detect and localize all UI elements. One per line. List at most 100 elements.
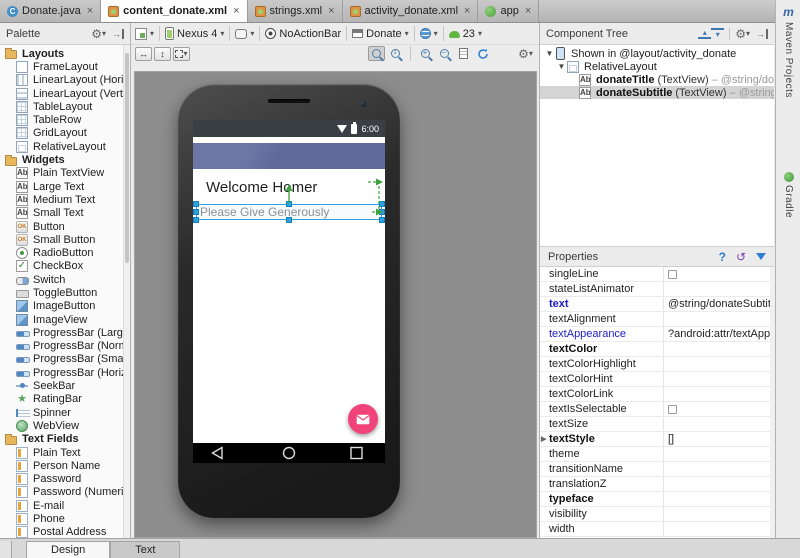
palette-item[interactable]: FrameLayout <box>0 60 123 73</box>
palette-group[interactable]: Layouts <box>0 47 123 60</box>
zoom-actual-button[interactable] <box>387 46 404 61</box>
property-row-width[interactable]: width <box>540 522 770 537</box>
palette-item[interactable]: TableRow <box>0 113 123 126</box>
home-icon[interactable] <box>284 448 295 459</box>
palette-item[interactable]: GridLayout <box>0 127 123 140</box>
palette-item[interactable]: RatingBar <box>0 393 123 406</box>
tree-node[interactable]: ▼Shown in @layout/activity_donate <box>540 47 774 60</box>
palette-item[interactable]: Large Text <box>0 180 123 193</box>
property-row-textAppearance[interactable]: textAppearance?android:attr/textAppearan… <box>540 327 770 342</box>
editor-tab[interactable]: app× <box>478 0 539 22</box>
palette-item[interactable]: ProgressBar (Horizontal) <box>0 366 123 379</box>
palette-item[interactable]: Password <box>0 473 123 486</box>
palette-group[interactable]: Text Fields <box>0 433 123 446</box>
resize-handle[interactable] <box>286 201 292 207</box>
donate-subtitle-textview-selected[interactable]: Please Give Generously <box>196 204 382 220</box>
palette-item[interactable]: SeekBar <box>0 379 123 392</box>
resize-handle[interactable] <box>193 201 199 207</box>
palette-item[interactable]: Plain TextView <box>0 167 123 180</box>
zoom-in-button[interactable] <box>417 46 434 61</box>
property-row-singleLine[interactable]: singleLine <box>540 267 770 282</box>
property-row-textColorLink[interactable]: textColorLink <box>540 387 770 402</box>
palette-item[interactable]: Small Button <box>0 233 123 246</box>
palette-item[interactable]: Button <box>0 220 123 233</box>
refresh-button[interactable] <box>474 46 491 61</box>
orientation-selector[interactable]: ▾ <box>235 29 254 39</box>
resize-handle[interactable] <box>286 217 292 223</box>
preview-file-button[interactable] <box>455 46 472 61</box>
palette-item[interactable]: Postal Address <box>0 526 123 538</box>
editor-tab[interactable]: strings.xml× <box>248 0 343 22</box>
mode-tab-design[interactable]: Design <box>26 541 110 558</box>
palette-item[interactable]: LinearLayout (Horizontal) <box>0 74 123 87</box>
palette-item[interactable]: Medium Text <box>0 193 123 206</box>
tool-button-maven[interactable]: m Maven Projects <box>776 5 800 98</box>
expander-icon[interactable]: ▼ <box>556 62 567 71</box>
palette-item[interactable]: E-mail <box>0 499 123 512</box>
property-row-visibility[interactable]: visibility <box>540 507 770 522</box>
hide-panel-icon[interactable] <box>756 29 768 39</box>
close-tab-icon[interactable]: × <box>233 6 239 16</box>
editor-tab[interactable]: activity_donate.xml× <box>343 0 479 22</box>
expand-all-icon[interactable] <box>698 28 711 39</box>
tree-node[interactable]: ▼RelativeLayout <box>540 60 774 73</box>
device-screen[interactable]: 6:00 Welcome Homer Please Give Generousl… <box>193 120 385 463</box>
properties-scrollbar[interactable] <box>770 267 774 538</box>
property-row-theme[interactable]: theme <box>540 447 770 462</box>
close-tab-icon[interactable]: × <box>525 6 531 16</box>
property-row-textStyle[interactable]: ▶textStyle[] <box>540 432 770 447</box>
zoom-out-button[interactable] <box>436 46 453 61</box>
close-tab-icon[interactable]: × <box>328 6 334 16</box>
palette-item[interactable]: TableLayout <box>0 100 123 113</box>
palette-group[interactable]: Widgets <box>0 153 123 166</box>
close-tab-icon[interactable]: × <box>87 6 93 16</box>
gear-icon[interactable]: ⚙ <box>735 28 746 40</box>
palette-item[interactable]: LinearLayout (Vertical) <box>0 87 123 100</box>
palette-item[interactable]: ToggleButton <box>0 286 123 299</box>
locale-selector[interactable]: ▾ <box>420 28 438 39</box>
filter-icon[interactable] <box>756 253 766 260</box>
editor-tab[interactable]: content_donate.xml× <box>101 0 247 22</box>
property-row-transitionName[interactable]: transitionName <box>540 462 770 477</box>
palette-item[interactable]: ImageView <box>0 313 123 326</box>
property-row-textColorHint[interactable]: textColorHint <box>540 372 770 387</box>
resize-handle[interactable] <box>193 209 199 215</box>
palette-scrollbar[interactable] <box>123 45 130 538</box>
tool-button-gradle[interactable]: Gradle <box>776 172 800 218</box>
palette-item[interactable]: Password (Numeric) <box>0 486 123 499</box>
property-row-textIsSelectable[interactable]: textIsSelectable <box>540 402 770 417</box>
palette-item[interactable]: CheckBox <box>0 260 123 273</box>
palette-item[interactable]: Switch <box>0 273 123 286</box>
property-row-textSize[interactable]: textSize <box>540 417 770 432</box>
property-row-textColor[interactable]: textColor <box>540 342 770 357</box>
close-tab-icon[interactable]: × <box>464 6 470 16</box>
activity-selector[interactable]: Donate▾ <box>352 28 409 40</box>
back-icon[interactable] <box>213 448 223 459</box>
editor-tab[interactable]: Donate.java× <box>0 0 101 22</box>
match-width-button[interactable]: ↔ <box>135 47 152 61</box>
mode-tab-text[interactable]: Text <box>110 541 180 558</box>
property-row-textAlignment[interactable]: textAlignment <box>540 312 770 327</box>
recents-icon[interactable] <box>351 448 362 459</box>
palette-item[interactable]: Person Name <box>0 459 123 472</box>
resize-handle[interactable] <box>379 209 385 215</box>
expander-icon[interactable]: ▶ <box>541 435 546 443</box>
donate-title-textview[interactable]: Welcome Homer <box>206 179 317 196</box>
palette-item[interactable]: ProgressBar (Normal) <box>0 340 123 353</box>
help-icon[interactable]: ? <box>719 250 726 264</box>
zoom-fit-button[interactable] <box>368 46 385 61</box>
property-row-translationZ[interactable]: translationZ <box>540 477 770 492</box>
palette-item[interactable]: ImageButton <box>0 300 123 313</box>
resize-handle[interactable] <box>379 201 385 207</box>
checkbox-unchecked[interactable] <box>668 270 677 279</box>
layout-preview[interactable]: Welcome Homer Please Give Generously <box>193 169 385 443</box>
palette-item[interactable]: Small Text <box>0 207 123 220</box>
gear-icon[interactable]: ⚙ <box>91 28 102 40</box>
hide-panel-icon[interactable] <box>112 29 124 39</box>
palette-item[interactable]: Spinner <box>0 406 123 419</box>
resize-handle[interactable] <box>379 217 385 223</box>
palette-item[interactable]: RadioButton <box>0 246 123 259</box>
property-row-stateListAnimator[interactable]: stateListAnimator <box>540 282 770 297</box>
palette-item[interactable]: Plain Text <box>0 446 123 459</box>
api-selector[interactable]: 23▾ <box>449 28 482 40</box>
